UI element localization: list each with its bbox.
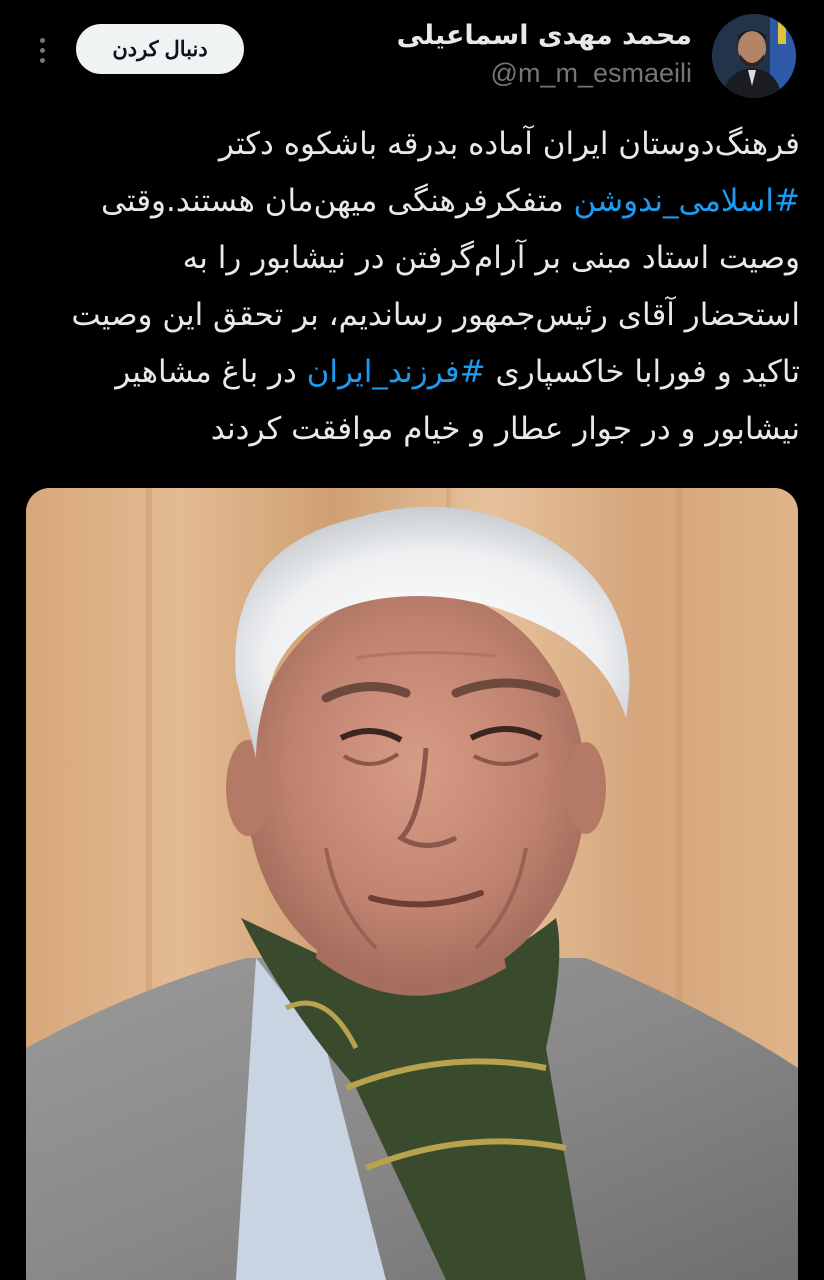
text-segment: متفکرفرهنگی میهن‌مان هستند.وقتی [101,183,574,219]
text-segment: در باغ مشاهیر [115,354,307,390]
tweet-line-5: تاکید و فورابا خاکسپاری #فرزند_ایران در … [26,344,800,401]
tweet-line-3: وصیت استاد مبنی بر آرام‌گرفتن در نیشابور… [26,230,800,287]
tweet-photo[interactable] [26,488,798,1280]
more-options-icon[interactable] [30,28,54,72]
tweet-line-6: نیشابور و در جوار عطار و خیام موافقت کرد… [26,401,800,458]
author-name[interactable]: محمد مهدی اسماعیلی [397,20,692,51]
tweet-line-2: #اسلامی_ندوشن متفکرفرهنگی میهن‌مان هستند… [26,173,800,230]
text-segment: استحضار آقای رئیس‌جمهور رساندیم، بر تحقق… [71,297,800,333]
avatar[interactable] [712,14,796,98]
tweet-line-1: فرهنگ‌دوستان ایران آماده بدرقه باشکوه دک… [26,116,800,173]
hashtag-link[interactable]: #فرزند_ایران [307,354,486,390]
text-segment: فرهنگ‌دوستان ایران آماده بدرقه باشکوه دک… [218,126,800,162]
text-segment: تاکید و فورابا خاکسپاری [485,354,800,390]
text-segment: وصیت استاد مبنی بر آرام‌گرفتن در نیشابور… [182,240,800,276]
text-segment: نیشابور و در جوار عطار و خیام موافقت کرد… [210,411,800,447]
tweet-text: فرهنگ‌دوستان ایران آماده بدرقه باشکوه دک… [26,116,800,458]
author-handle[interactable]: @m_m_esmaeili [491,58,692,89]
follow-button[interactable]: دنبال کردن [76,24,244,74]
tweet-line-4: استحضار آقای رئیس‌جمهور رساندیم، بر تحقق… [26,287,800,344]
tweet-view: دنبال کردن محمد مهدی اسماعیلی @m_m_esmae… [0,0,824,1280]
hashtag-link[interactable]: #اسلامی_ندوشن [574,183,800,219]
